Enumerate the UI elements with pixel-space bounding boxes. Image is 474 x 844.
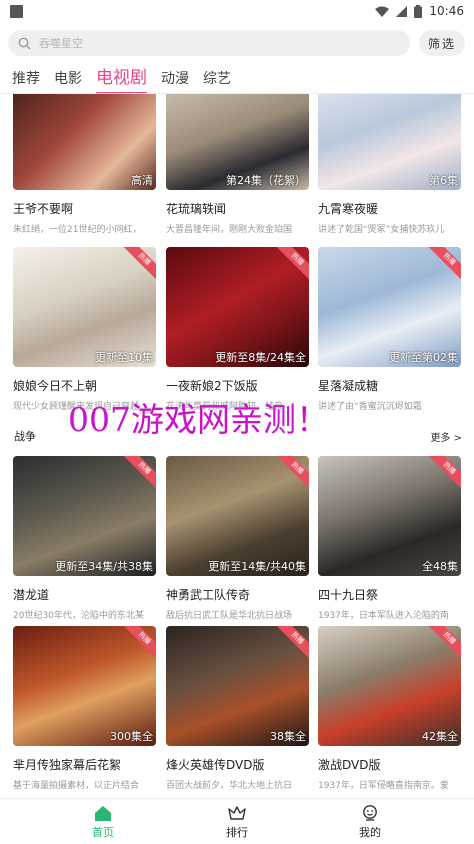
search-icon (18, 37, 31, 49)
episode-note: 300集全 (110, 730, 153, 743)
video-card[interactable]: 第6集 九霄寒夜暖 讲述了乾国“煚冢”女捕快苏玖儿 (318, 94, 461, 235)
video-card[interactable]: 热播 全48集 四十九日祭 1937年，日本军队进入沦陷的南 (318, 456, 461, 621)
video-card[interactable]: 热播 更新至8集/24集全 一夜新娘2下饭版 花涛与莫莉叔城阿胜知，结良 (166, 247, 309, 412)
watermark-text: 007游戏网亲测！ (68, 400, 329, 439)
poster-image: 热播 更新至14集/共40集 (166, 456, 309, 576)
card-description: 讲述了由“香蜜沉沉烬如霜 (318, 402, 422, 412)
card-description: 基于海量拍摄素材，以正片结合 (13, 781, 140, 791)
video-card[interactable]: 高清 王爷不要啊 朱红绡，一位21世纪的小网红， (13, 94, 156, 235)
status-time: 10:46 (429, 4, 464, 18)
video-card[interactable]: 热播 42集全 激战DVD版 1937年，日军侵略直指南京。爱 (318, 626, 461, 791)
poster-image: 高清 (13, 94, 156, 190)
hot-badge: 热播 (426, 456, 461, 491)
hot-badge: 热播 (426, 626, 461, 661)
video-card[interactable]: 第24集（花絮） 花琉璃轶闻 大晋昌隆年间，刚刚大败金珀国 (166, 94, 309, 235)
home-icon (95, 806, 111, 821)
wifi-icon (375, 6, 390, 17)
nav-ranking-label: 排行 (226, 826, 248, 839)
hot-badge: 热播 (426, 247, 461, 282)
nav-profile-label: 我的 (359, 826, 381, 839)
episode-note: 更新至14集/共40集 (208, 560, 306, 573)
episode-note: 更新至34集/共38集 (55, 560, 153, 573)
section-title: 战争 (14, 430, 36, 443)
video-card[interactable]: 热播 更新至14集/共40集 神勇武工队传奇 敌后抗日武工队是华北抗日战场 (166, 456, 309, 621)
poster-image: 热播 更新至34集/共38集 (13, 456, 156, 576)
video-card[interactable]: 热播 更新至34集/共38集 潜龙道 20世纪30年代，沦陷中的东北某 (13, 456, 156, 621)
poster-image: 热播 更新至10集 (13, 247, 156, 367)
card-title: 烽火英雄传DVD版 (166, 758, 265, 772)
video-card[interactable]: 热播 300集全 芈月传独家幕后花絮 基于海量拍摄素材，以正片结合 (13, 626, 156, 791)
card-title: 九霄寒夜暖 (318, 202, 379, 216)
hot-badge: 热播 (121, 456, 156, 491)
tab-anime[interactable]: 动漫 (161, 68, 189, 94)
episode-note: 38集全 (270, 730, 306, 743)
poster-image: 热播 更新至8集/24集全 (166, 247, 309, 367)
filter-button[interactable]: 筛选 (419, 30, 465, 56)
card-description: 1937年，日本军队进入沦陷的南 (318, 611, 449, 621)
nav-home-label: 首页 (92, 826, 114, 839)
episode-note: 第6集 (429, 174, 458, 187)
tab-variety[interactable]: 综艺 (203, 68, 231, 94)
episode-note: 第24集（花絮） (226, 174, 306, 187)
card-title: 潜龙道 (13, 588, 50, 602)
card-description: 1937年，日军侵略直指南京。爱 (318, 781, 449, 791)
hot-badge: 热播 (274, 247, 309, 282)
more-link[interactable]: 更多 > (430, 429, 462, 444)
card-description: 敌后抗日武工队是华北抗日战场 (166, 611, 293, 621)
card-description: 百团大战前夕，华北大地上抗日 (166, 781, 293, 791)
poster-image: 热播 300集全 (13, 626, 156, 746)
poster-image: 第6集 (318, 94, 461, 190)
category-tabs: 推荐 电影 电视剧 动漫 综艺 (0, 64, 474, 94)
notification-icon (10, 4, 23, 18)
card-title: 星落凝成糖 (318, 379, 379, 393)
poster-image: 第24集（花絮） (166, 94, 309, 190)
card-description: 大晋昌隆年间，刚刚大败金珀国 (166, 225, 293, 235)
video-card[interactable]: 热播 更新至10集 娘娘今日不上朝 现代少女顾瑾醒来发现自己穿越 (13, 247, 156, 412)
video-card[interactable]: 热播 38集全 烽火英雄传DVD版 百团大战前夕，华北大地上抗日 (166, 626, 309, 791)
episode-note: 更新至10集 (95, 351, 153, 364)
card-title: 芈月传独家幕后花絮 (13, 758, 122, 772)
episode-note: 全48集 (422, 560, 458, 573)
hot-badge: 热播 (121, 626, 156, 661)
poster-image: 热播 38集全 (166, 626, 309, 746)
video-card[interactable]: 热播 更新至第02集 星落凝成糖 讲述了由“香蜜沉沉烬如霜 (318, 247, 461, 412)
card-title: 花琉璃轶闻 (166, 202, 227, 216)
card-title: 激战DVD版 (318, 758, 381, 772)
episode-note: 42集全 (422, 730, 458, 743)
profile-icon (363, 805, 377, 821)
search-input[interactable]: 吞噬星空 (8, 30, 410, 56)
card-description: 20世纪30年代，沦陷中的东北某 (13, 611, 144, 621)
status-bar: 10:46 (0, 0, 474, 22)
ranking-icon (228, 806, 246, 820)
signal-icon (396, 5, 408, 17)
card-description: 讲述了乾国“煚冢”女捕快苏玖儿 (318, 225, 445, 235)
hot-badge: 热播 (274, 626, 309, 661)
hot-badge: 热播 (274, 456, 309, 491)
card-title: 神勇武工队传奇 (166, 588, 251, 602)
card-description: 朱红绡，一位21世纪的小网红， (13, 225, 142, 235)
poster-image: 热播 更新至第02集 (318, 247, 461, 367)
episode-note: 更新至第02集 (389, 351, 458, 364)
tab-recommend[interactable]: 推荐 (12, 68, 40, 94)
card-title: 四十九日祭 (318, 588, 379, 602)
nav-ranking[interactable]: 排行 (197, 805, 277, 840)
tab-tv-series[interactable]: 电视剧 (96, 63, 147, 94)
episode-note: 更新至8集/24集全 (215, 351, 306, 364)
episode-note: 高清 (131, 174, 153, 187)
search-placeholder: 吞噬星空 (39, 37, 83, 50)
nav-home[interactable]: 首页 (63, 805, 143, 840)
nav-profile[interactable]: 我的 (330, 805, 410, 840)
poster-image: 热播 全48集 (318, 456, 461, 576)
poster-image: 热播 42集全 (318, 626, 461, 746)
bottom-nav: 首页 排行 我的 (0, 798, 474, 844)
tab-movie[interactable]: 电影 (54, 68, 82, 94)
battery-icon (414, 4, 423, 18)
hot-badge: 热播 (121, 247, 156, 282)
content-list[interactable]: 高清 王爷不要啊 朱红绡，一位21世纪的小网红， 第24集（花絮） 花琉璃轶闻 … (0, 94, 474, 798)
card-title: 一夜新娘2下饭版 (166, 379, 258, 393)
card-title: 娘娘今日不上朝 (13, 379, 98, 393)
card-title: 王爷不要啊 (13, 202, 74, 216)
